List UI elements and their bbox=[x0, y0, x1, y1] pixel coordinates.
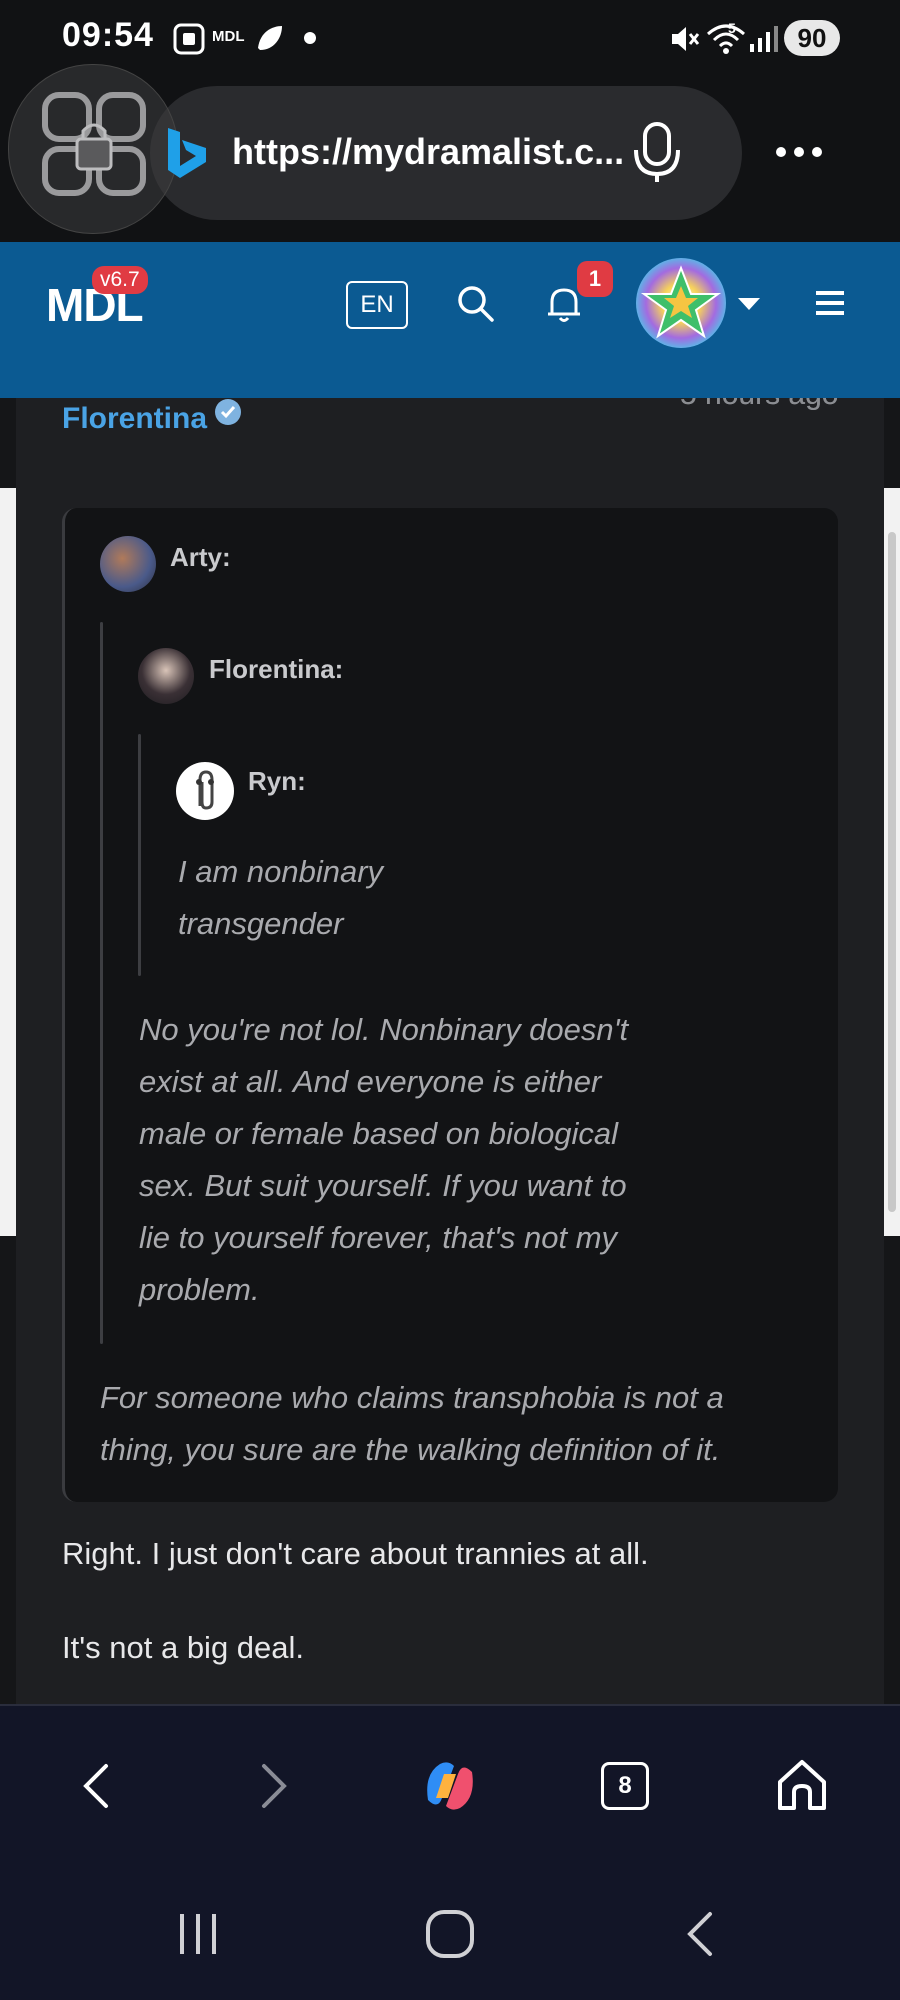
recent-apps-icon[interactable] bbox=[174, 1910, 222, 1958]
home-icon[interactable] bbox=[774, 1756, 830, 1814]
notification-badge-overlay: 1 bbox=[577, 261, 613, 297]
avatar[interactable] bbox=[138, 648, 194, 704]
version-badge-overlay: v6.7 bbox=[92, 266, 148, 294]
quote-author: Florentina: bbox=[209, 654, 344, 684]
star-icon-overlay bbox=[640, 265, 722, 339]
avatar[interactable] bbox=[100, 536, 156, 592]
scrollbar-thumb[interactable] bbox=[888, 532, 896, 1212]
back-arrow-icon[interactable] bbox=[78, 1762, 114, 1810]
menu-icon-overlay[interactable] bbox=[814, 288, 846, 318]
tabs-grid-icon bbox=[42, 92, 146, 196]
quote-author: Ryn: bbox=[248, 766, 306, 796]
quote-bar bbox=[138, 734, 141, 976]
quote-text-line: exist at all. And everyone is either bbox=[139, 1064, 602, 1099]
comment-text-line: It's not a big deal. bbox=[62, 1630, 305, 1665]
quote-text-line: problem. bbox=[139, 1272, 260, 1307]
quote-text-line: male or female based on biological bbox=[139, 1116, 619, 1151]
tab-lock-overlay[interactable] bbox=[8, 64, 178, 234]
page-background-left bbox=[0, 488, 16, 1236]
language-button-overlay[interactable]: EN bbox=[346, 281, 408, 329]
search-icon-overlay[interactable] bbox=[456, 284, 496, 324]
comment-author-link[interactable]: Florentina bbox=[62, 402, 207, 436]
quote-text-line: sex. But suit yourself. If you want to bbox=[139, 1168, 627, 1203]
tab-count-button[interactable]: 8 bbox=[601, 1762, 649, 1810]
avatar[interactable] bbox=[176, 762, 234, 820]
comment-text-line: Right. I just don't care about trannies … bbox=[62, 1536, 649, 1571]
network-type-label: 5 bbox=[728, 20, 736, 36]
comment-timestamp-visible: 5 hours ago bbox=[680, 398, 838, 412]
leaf-icon bbox=[258, 26, 282, 50]
quote-author: Arty: bbox=[170, 542, 231, 572]
microphone-icon[interactable] bbox=[630, 120, 684, 184]
quote-text-line: lie to yourself forever, that's not my bbox=[139, 1220, 618, 1255]
quote-text-line: thing, you sure are the walking definiti… bbox=[100, 1432, 721, 1467]
url-text[interactable]: https://mydramalist.c... bbox=[232, 131, 624, 173]
bing-logo-icon bbox=[168, 128, 206, 178]
copilot-icon[interactable] bbox=[418, 1754, 482, 1818]
verified-icon bbox=[215, 399, 241, 425]
quote-text-line: I am nonbinary bbox=[178, 854, 384, 889]
status-time: 09:54 bbox=[62, 16, 154, 54]
mute-icon bbox=[672, 27, 700, 51]
system-back-icon[interactable] bbox=[682, 1910, 718, 1958]
wifi-icon bbox=[707, 24, 745, 54]
dot-icon bbox=[304, 32, 316, 44]
mdl-icon: MDL bbox=[212, 28, 245, 45]
chevron-down-icon-overlay[interactable] bbox=[736, 296, 762, 312]
quote-text-line: transgender bbox=[178, 906, 344, 941]
user-avatar-overlay[interactable] bbox=[636, 258, 726, 348]
screenshot-icon bbox=[173, 23, 205, 55]
system-home-icon[interactable] bbox=[424, 1908, 476, 1960]
more-options-icon[interactable] bbox=[774, 142, 824, 162]
quote-text-line: For someone who claims transphobia is no… bbox=[100, 1380, 724, 1415]
signal-icon bbox=[750, 26, 778, 52]
quote-text-line: No you're not lol. Nonbinary doesn't bbox=[139, 1012, 629, 1047]
divider bbox=[0, 1704, 900, 1706]
forward-arrow-icon[interactable] bbox=[256, 1762, 292, 1810]
paperclip-icon bbox=[196, 770, 214, 810]
quote-bar bbox=[100, 622, 103, 1344]
battery-indicator: 90 bbox=[784, 20, 840, 56]
